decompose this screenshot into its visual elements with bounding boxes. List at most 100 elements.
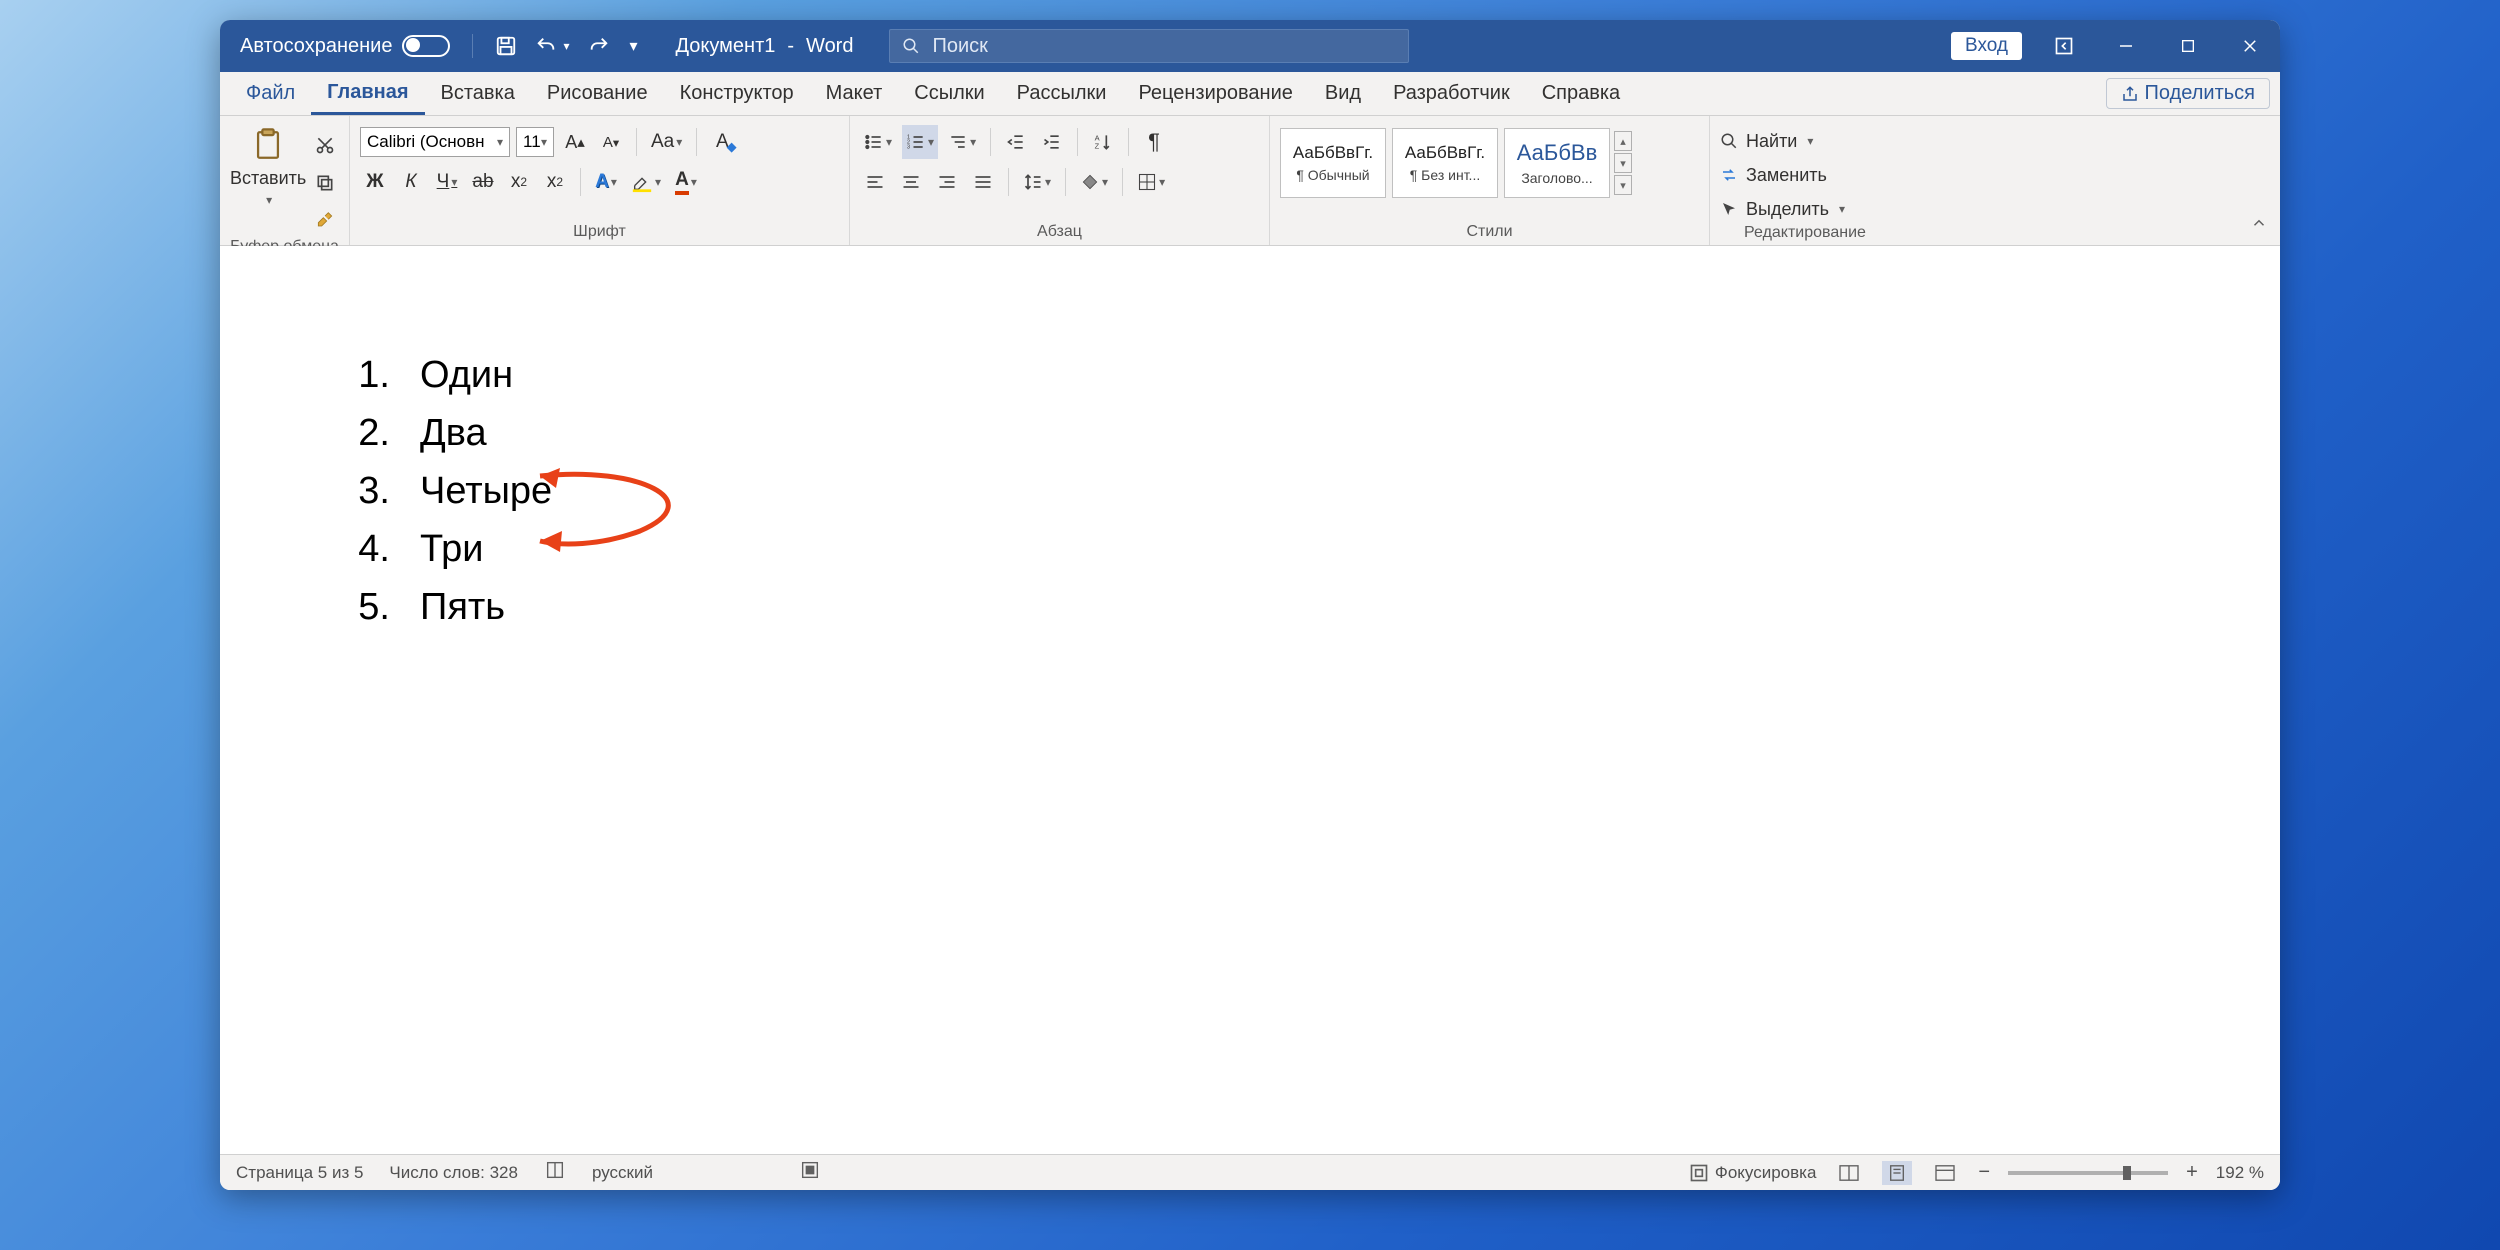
grow-font-button[interactable]: A▴ <box>560 125 590 159</box>
shading-button[interactable]: ▾ <box>1076 165 1112 199</box>
change-case-button[interactable]: Aa▾ <box>647 125 686 159</box>
read-mode-button[interactable] <box>1834 1161 1864 1185</box>
copy-button[interactable] <box>310 166 340 200</box>
numbering-icon: 123 <box>906 132 926 152</box>
group-paragraph: ▾ 123▾ ▾ AZ ¶ ▾ ▾ ▾ <box>850 116 1270 245</box>
text-effects-button[interactable]: A▾ <box>591 165 621 199</box>
login-button[interactable]: Вход <box>1951 32 2022 60</box>
tab-view[interactable]: Вид <box>1309 72 1377 115</box>
bullets-button[interactable]: ▾ <box>860 125 896 159</box>
multilevel-list-button[interactable]: ▾ <box>944 125 980 159</box>
find-button[interactable]: Найти▾ <box>1720 126 1890 156</box>
subscript-button[interactable]: x2 <box>504 165 534 199</box>
line-spacing-button[interactable]: ▾ <box>1019 165 1055 199</box>
tab-draw[interactable]: Рисование <box>531 72 664 115</box>
tab-layout[interactable]: Макет <box>810 72 899 115</box>
zoom-slider[interactable] <box>2008 1171 2168 1175</box>
group-label: Шрифт <box>360 223 839 243</box>
ribbon-options-button[interactable] <box>2044 26 2084 66</box>
qat-customize[interactable]: ▾ <box>628 36 638 56</box>
font-size-select[interactable]: 11▾ <box>516 127 554 157</box>
share-button[interactable]: Поделиться <box>2106 78 2270 109</box>
group-label: Стили <box>1280 223 1699 243</box>
font-name-select[interactable]: Calibri (Основн▾ <box>360 127 510 157</box>
web-layout-icon <box>1934 1164 1956 1182</box>
macro-status[interactable] <box>799 1159 821 1186</box>
minimize-button[interactable] <box>2106 26 2146 66</box>
replace-button[interactable]: Заменить <box>1720 160 1890 190</box>
replace-icon <box>1720 166 1738 184</box>
numbering-button[interactable]: 123▾ <box>902 125 938 159</box>
tab-insert[interactable]: Вставка <box>425 72 531 115</box>
strikethrough-button[interactable]: ab <box>468 165 498 199</box>
show-marks-button[interactable]: ¶ <box>1139 125 1169 159</box>
zoom-in-button[interactable]: + <box>2186 1161 2198 1184</box>
print-layout-button[interactable] <box>1882 1161 1912 1185</box>
list-item: 5.Пять <box>340 578 2280 636</box>
save-button[interactable] <box>495 35 517 57</box>
align-right-button[interactable] <box>932 165 962 199</box>
collapse-ribbon-button[interactable] <box>2250 214 2268 237</box>
group-label: Редактирование <box>1720 224 1890 244</box>
select-button[interactable]: Выделить▾ <box>1720 194 1890 224</box>
search-input[interactable]: Поиск <box>889 29 1409 63</box>
word-count-status[interactable]: Число слов: 328 <box>389 1163 518 1183</box>
page-number-status[interactable]: Страница 5 из 5 <box>236 1163 363 1183</box>
highlight-button[interactable]: ▾ <box>627 165 665 199</box>
paste-button[interactable]: Вставить ▾ <box>230 122 306 210</box>
borders-button[interactable]: ▾ <box>1133 165 1169 199</box>
svg-text:Z: Z <box>1095 142 1100 151</box>
style-heading1[interactable]: АаБбВвЗаголово... <box>1504 128 1610 198</box>
zoom-level[interactable]: 192 % <box>2216 1163 2264 1183</box>
line-spacing-icon <box>1023 172 1043 192</box>
zoom-out-button[interactable]: − <box>1978 1161 1990 1184</box>
tab-developer[interactable]: Разработчик <box>1377 72 1526 115</box>
highlight-icon <box>631 171 653 193</box>
align-left-icon <box>865 172 885 192</box>
tab-file[interactable]: Файл <box>230 72 311 115</box>
close-button[interactable] <box>2230 26 2270 66</box>
italic-button[interactable]: К <box>396 165 426 199</box>
sort-button[interactable]: AZ <box>1088 125 1118 159</box>
align-justify-icon <box>973 172 993 192</box>
sort-icon: AZ <box>1093 132 1113 152</box>
language-status[interactable]: русский <box>592 1163 653 1183</box>
group-styles: АаБбВвГг.¶ Обычный АаБбВвГг.¶ Без инт...… <box>1270 116 1710 245</box>
cut-button[interactable] <box>310 128 340 162</box>
redo-button[interactable] <box>588 35 610 57</box>
spellcheck-status[interactable] <box>544 1159 566 1186</box>
quick-access-toolbar: Автосохранение ▾ ▾ <box>230 34 638 58</box>
tab-home[interactable]: Главная <box>311 72 424 115</box>
clear-formatting-button[interactable]: A◆ <box>707 125 737 159</box>
macro-icon <box>799 1159 821 1181</box>
superscript-button[interactable]: x2 <box>540 165 570 199</box>
focus-mode-button[interactable]: Фокусировка <box>1689 1163 1817 1183</box>
document-area[interactable]: 1.Один 2.Два 3.Четыре 4.Три 5.Пять <box>220 246 2280 1154</box>
bold-button[interactable]: Ж <box>360 165 390 199</box>
swap-arrow-annotation <box>520 446 760 566</box>
format-painter-button[interactable] <box>310 204 340 238</box>
tab-design[interactable]: Конструктор <box>664 72 810 115</box>
autosave-toggle[interactable]: Автосохранение <box>240 35 450 58</box>
decrease-indent-button[interactable] <box>1001 125 1031 159</box>
tab-help[interactable]: Справка <box>1526 72 1636 115</box>
tab-mailings[interactable]: Рассылки <box>1001 72 1123 115</box>
tab-references[interactable]: Ссылки <box>898 72 1000 115</box>
style-normal[interactable]: АаБбВвГг.¶ Обычный <box>1280 128 1386 198</box>
underline-button[interactable]: Ч▾ <box>432 165 462 199</box>
increase-indent-button[interactable] <box>1037 125 1067 159</box>
font-color-button[interactable]: A▾ <box>671 165 701 199</box>
book-icon <box>544 1159 566 1181</box>
multilevel-icon <box>948 132 968 152</box>
align-justify-button[interactable] <box>968 165 998 199</box>
undo-button[interactable]: ▾ <box>535 35 569 57</box>
style-no-spacing[interactable]: АаБбВвГг.¶ Без инт... <box>1392 128 1498 198</box>
align-center-button[interactable] <box>896 165 926 199</box>
shrink-font-button[interactable]: A▾ <box>596 125 626 159</box>
maximize-button[interactable] <box>2168 26 2208 66</box>
align-left-button[interactable] <box>860 165 890 199</box>
tab-review[interactable]: Рецензирование <box>1122 72 1308 115</box>
styles-gallery-spinner[interactable]: ▴ ▾ ▾ <box>1614 131 1632 195</box>
web-layout-button[interactable] <box>1930 1161 1960 1185</box>
autosave-label: Автосохранение <box>240 35 392 58</box>
